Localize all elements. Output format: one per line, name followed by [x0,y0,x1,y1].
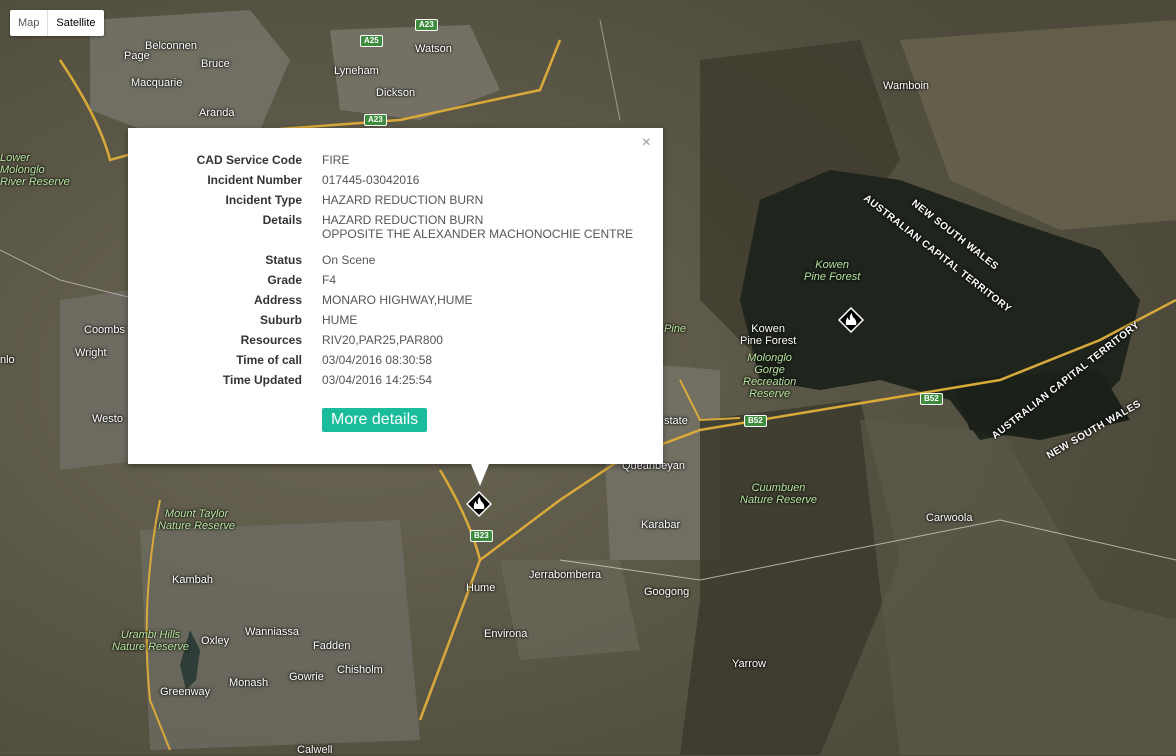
label-urambi: Urambi Hills Nature Reserve [112,629,190,653]
field-label: Status [265,253,302,267]
field-value: RIV20,PAR25,PAR800 [322,333,443,347]
label-aranda: Aranda [199,107,235,119]
label-googong: Googong [644,586,690,598]
label-carwoola: Carwoola [926,512,973,524]
label-weston: Westo [92,413,123,425]
field-label: Time Updated [222,373,302,387]
field-label: Resources [240,333,302,347]
road-shield-b23: B23 [470,530,493,542]
label-kambah: Kambah [172,574,213,586]
field-value: MONARO HIGHWAY,HUME [322,293,473,307]
label-greenway: Greenway [160,686,211,698]
field-value: 03/04/2016 08:30:58 [322,353,433,367]
label-page: Page [124,50,150,62]
field-value: HUME [322,313,358,327]
field-label: Suburb [260,313,302,327]
road-shield-a23-top: A23 [415,19,438,31]
field-label: Incident Number [207,173,302,187]
label-coombs: Coombs [84,324,125,336]
map-type-control: Map Satellite [10,10,104,36]
label-cuumbuen: Cuumbuen Nature Reserve [740,482,818,506]
label-fadden: Fadden [313,640,351,652]
label-yarrow: Yarrow [732,658,767,670]
label-lower-molonglo: Lower Molonglo River Reserve [0,152,70,188]
road-shield-a23-mid: A23 [364,114,387,126]
label-karabar: Karabar [641,519,681,531]
field-label: Grade [267,273,302,287]
label-monash: Monash [229,677,269,689]
more-details-button[interactable]: More details [322,408,428,432]
field-value: HAZARD REDUCTION BURN [322,213,484,227]
road-shield-b52-right: B52 [920,393,943,405]
label-kowen-pine-forest: Kowen Pine Forest [740,323,797,347]
map-type-map-button[interactable]: Map [10,10,47,36]
field-value: HAZARD REDUCTION BURN [322,193,484,207]
label-estate: state [664,415,688,427]
label-wright: Wright [75,347,107,359]
field-label: Incident Type [225,193,302,207]
label-bruce: Bruce [201,58,230,70]
label-environa: Environa [484,628,528,640]
label-mount-taylor: Mount Taylor Nature Reserve [158,508,236,532]
label-chisholm: Chisholm [337,664,383,676]
road-shield-a25: A25 [360,35,383,47]
label-oxley: Oxley [201,635,230,647]
label-hume: Hume [466,582,496,594]
field-value: F4 [322,273,337,287]
field-label: Time of call [236,353,302,367]
fire-incident-marker-icon[interactable] [838,307,864,333]
label-jerrabomberra: Jerrabomberra [529,569,602,581]
label-pine: Pine [664,323,687,335]
field-label: CAD Service Code [196,153,302,167]
field-value: On Scene [322,253,376,267]
incident-info-window: × CAD Service Code FIRE Incident Number … [128,128,663,486]
label-wanniassa: Wanniassa [245,626,300,638]
label-kowen-pine-forest-green: Kowen Pine Forest [804,259,861,283]
label-nlo: nlo [0,354,15,366]
field-value: FIRE [322,153,350,167]
label-wamboin: Wamboin [883,80,930,92]
field-value: 03/04/2016 14:25:54 [322,373,433,387]
label-lyneham: Lyneham [334,65,379,77]
field-label: Address [253,293,302,307]
label-macquarie: Macquarie [131,77,183,89]
label-dickson: Dickson [376,87,416,99]
close-icon[interactable]: × [642,134,651,152]
field-label: Details [262,213,302,227]
field-value-continued: OPPOSITE THE ALEXANDER MACHONOCHIE CENTR… [322,227,634,241]
label-molonglo-gorge: Molonglo Gorge Recreation Reserve [743,352,797,400]
fire-incident-marker-icon[interactable] [466,491,492,517]
label-watson: Watson [415,43,452,55]
field-value: 017445-03042016 [322,173,420,187]
label-belconnen: Belconnen [145,40,197,52]
map-type-satellite-button[interactable]: Satellite [47,10,103,36]
road-shield-b52-left: B52 [744,415,767,427]
label-gowrie: Gowrie [289,671,324,683]
label-calwell: Calwell [297,744,333,756]
